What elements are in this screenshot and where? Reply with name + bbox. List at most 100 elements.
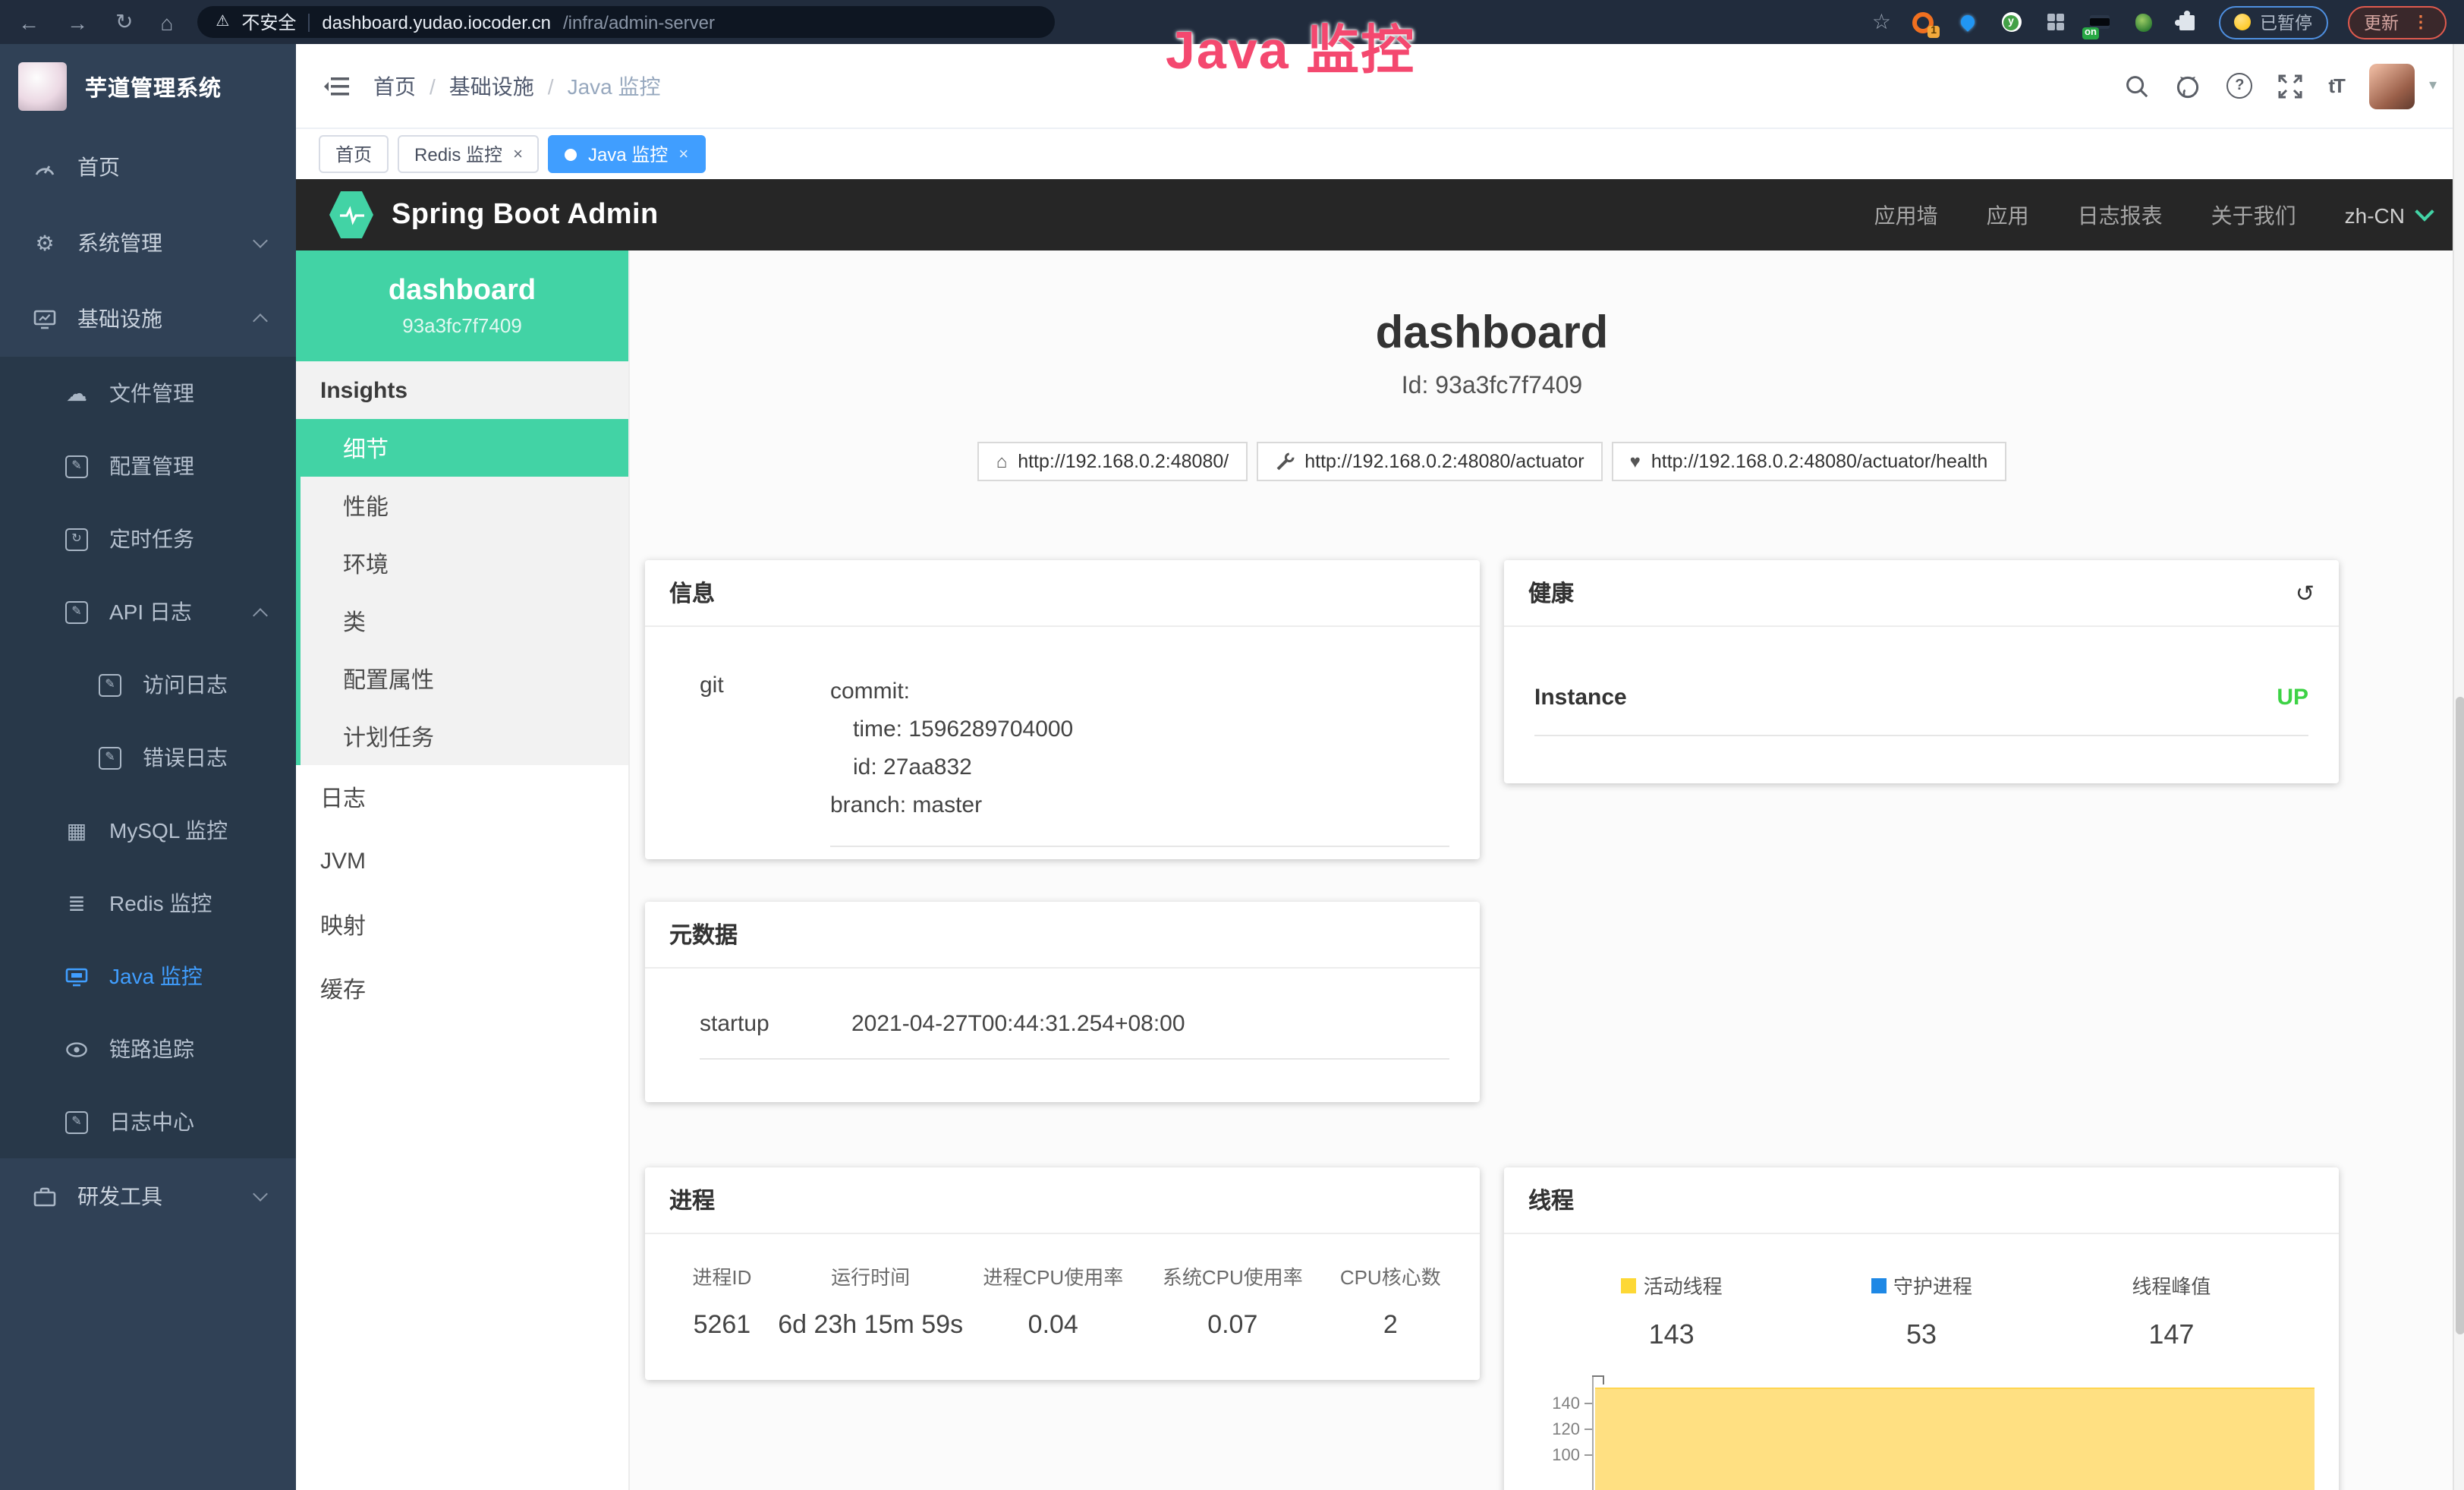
sidebar-item-config-manage[interactable]: ✎ 配置管理 <box>0 430 296 502</box>
sidebar-item-api-log[interactable]: ✎ API 日志 <box>0 575 296 648</box>
sba-nav-wallboard[interactable]: 应用墙 <box>1874 200 1938 230</box>
sba-nav-about[interactable]: 关于我们 <box>2211 200 2296 230</box>
sidebar-item-infra[interactable]: 基础设施 <box>0 281 296 357</box>
git-commit-line: commit: <box>830 673 1449 710</box>
log-edit-icon: ✎ <box>97 746 123 769</box>
sidebar-item-file-manage[interactable]: ☁ 文件管理 <box>0 357 296 430</box>
menu-item-environment[interactable]: 环境 <box>296 534 628 592</box>
info-card-title: 信息 <box>669 577 715 609</box>
avatar-caret-icon[interactable]: ▾ <box>2429 77 2437 94</box>
grid-extension-icon[interactable] <box>2043 10 2067 34</box>
sidebar-item-label: 定时任务 <box>109 524 194 554</box>
forward-icon[interactable]: → <box>67 10 88 34</box>
sidebar-item-access-log[interactable]: ✎ 访问日志 <box>0 648 296 721</box>
sba-nav-applications[interactable]: 应用 <box>1987 200 2029 230</box>
sidebar-item-label: 首页 <box>77 152 120 182</box>
sidebar-item-redis-monitor[interactable]: ≣ Redis 监控 <box>0 867 296 940</box>
metadata-card: 元数据 startup 2021-04-27T00:44:31.254+08:0… <box>645 902 1480 1102</box>
scrollbar-thumb[interactable] <box>2455 697 2464 1334</box>
fullscreen-icon[interactable] <box>2278 74 2302 98</box>
instance-id: 93a3fc7f7409 <box>296 314 628 337</box>
address-bar[interactable]: ⚠ 不安全 dashboard.yudao.iocoder.cn/infra/a… <box>197 6 1055 38</box>
back-icon[interactable]: ← <box>18 10 39 34</box>
legend-daemon-threads: 守护进程 53 <box>1796 1271 2046 1351</box>
locale-selector[interactable]: zh-CN <box>2345 203 2431 227</box>
history-icon[interactable]: ↺ <box>2296 579 2315 606</box>
instance-header[interactable]: dashboard 93a3fc7f7409 <box>296 250 628 361</box>
menu-item-mappings[interactable]: 映射 <box>296 893 628 956</box>
menu-item-jvm[interactable]: JVM <box>296 829 628 893</box>
github-icon[interactable] <box>2175 74 2201 98</box>
infra-submenu: ☁ 文件管理 ✎ 配置管理 ↻ 定时任务 ✎ API 日志 ✎ <box>0 357 296 1158</box>
y-tick-label: 140 <box>1552 1394 1580 1413</box>
admin-sidebar: 芋道管理系统 首页 ⚙ 系统管理 基础设施 <box>0 44 296 1490</box>
close-icon[interactable]: × <box>678 145 688 163</box>
paused-pill[interactable]: 已暂停 <box>2219 5 2327 39</box>
menu-item-logging[interactable]: 日志 <box>296 765 628 829</box>
security-label[interactable]: 不安全 <box>241 9 296 35</box>
extension-c-icon[interactable]: 1 <box>1911 10 1935 34</box>
sidebar-item-mysql-monitor[interactable]: ▦ MySQL 监控 <box>0 794 296 867</box>
warning-icon: ⚠ <box>216 14 229 30</box>
git-branch-line: branch: master <box>830 786 1449 824</box>
app-logo[interactable]: 芋道管理系统 <box>0 44 296 129</box>
sidebar-item-home[interactable]: 首页 <box>0 129 296 205</box>
sidebar-item-error-log[interactable]: ✎ 错误日志 <box>0 721 296 794</box>
close-icon[interactable]: × <box>513 145 523 163</box>
sidebar-item-label: 系统管理 <box>77 228 162 258</box>
service-url-button[interactable]: ⌂ http://192.168.0.2:48080/ <box>978 442 1248 481</box>
tab-home[interactable]: 首页 <box>319 135 389 173</box>
sba-nav-journal[interactable]: 日志报表 <box>2078 200 2163 230</box>
sba-brand-title[interactable]: Spring Boot Admin <box>392 198 659 232</box>
font-size-icon[interactable]: tT <box>2328 74 2344 97</box>
browser-menu-icon[interactable]: ⋮ <box>2412 12 2429 32</box>
plant-extension-icon[interactable] <box>2131 10 2155 34</box>
tab-redis-monitor[interactable]: Redis 监控 × <box>398 135 540 173</box>
sidebar-item-system[interactable]: ⚙ 系统管理 <box>0 205 296 281</box>
process-cpu: 0.04 <box>964 1310 1144 1340</box>
tab-java-monitor[interactable]: Java 监控 × <box>549 135 705 173</box>
health-row-instance[interactable]: Instance UP <box>1534 685 2308 736</box>
sidebar-item-label: 基础设施 <box>77 304 162 334</box>
active-dot-icon <box>565 148 577 160</box>
gear-icon: ⚙ <box>32 230 58 256</box>
location-pin-extension-icon[interactable] <box>1955 10 1979 34</box>
stack-extension-icon[interactable]: on <box>2087 10 2111 34</box>
reload-icon[interactable]: ↻ <box>115 9 133 35</box>
sidebar-item-dev-tools[interactable]: 研发工具 <box>0 1158 296 1234</box>
page-scrollbar[interactable] <box>2452 44 2464 1490</box>
sidebar-item-cron-job[interactable]: ↻ 定时任务 <box>0 502 296 575</box>
threads-card: 线程 活动线程 143 守护进程 53 <box>1504 1167 2339 1490</box>
menu-item-caches[interactable]: 缓存 <box>296 956 628 1020</box>
home-icon[interactable]: ⌂ <box>160 10 173 34</box>
daemon-threads-value: 53 <box>1796 1319 2046 1351</box>
live-threads-area <box>1595 1388 2315 1490</box>
search-icon[interactable] <box>2125 74 2149 98</box>
actuator-url-button[interactable]: http://192.168.0.2:48080/actuator <box>1256 442 1602 481</box>
browser-nav-buttons: ← → ↻ ⌂ <box>18 9 173 35</box>
menu-item-classes[interactable]: 类 <box>296 592 628 650</box>
update-button[interactable]: 更新 ⋮ <box>2347 5 2446 39</box>
menu-item-details[interactable]: 细节 <box>296 419 628 477</box>
y-extension-icon[interactable]: y <box>1999 10 2023 34</box>
menu-item-config-props[interactable]: 配置属性 <box>296 650 628 707</box>
y-tick-label: 120 <box>1552 1420 1580 1438</box>
sidebar-item-label: MySQL 监控 <box>109 815 228 846</box>
puzzle-extensions-icon[interactable] <box>2175 10 2199 34</box>
sidebar-item-java-monitor[interactable]: Java 监控 <box>0 940 296 1013</box>
user-avatar[interactable] <box>2370 63 2415 109</box>
legend-label: 线程峰值 <box>2132 1271 2211 1299</box>
sidebar-item-log-center[interactable]: ✎ 日志中心 <box>0 1085 296 1158</box>
app-title: 芋道管理系统 <box>85 71 222 102</box>
breadcrumb-infra[interactable]: 基础设施 <box>449 71 534 101</box>
sidebar-item-trace[interactable]: 链路追踪 <box>0 1013 296 1085</box>
breadcrumb-home[interactable]: 首页 <box>373 71 416 101</box>
peak-threads-value: 147 <box>2047 1319 2296 1351</box>
health-url-button[interactable]: ♥ http://192.168.0.2:48080/actuator/heal… <box>1612 442 2006 481</box>
menu-item-metrics[interactable]: 性能 <box>296 477 628 534</box>
menu-item-scheduled-tasks[interactable]: 计划任务 <box>296 707 628 765</box>
help-icon[interactable]: ? <box>2226 73 2252 99</box>
bookmark-star-icon[interactable]: ☆ <box>1872 9 1891 35</box>
health-url: http://192.168.0.2:48080/actuator/health <box>1651 451 1987 472</box>
collapse-sidebar-icon[interactable] <box>323 75 349 96</box>
